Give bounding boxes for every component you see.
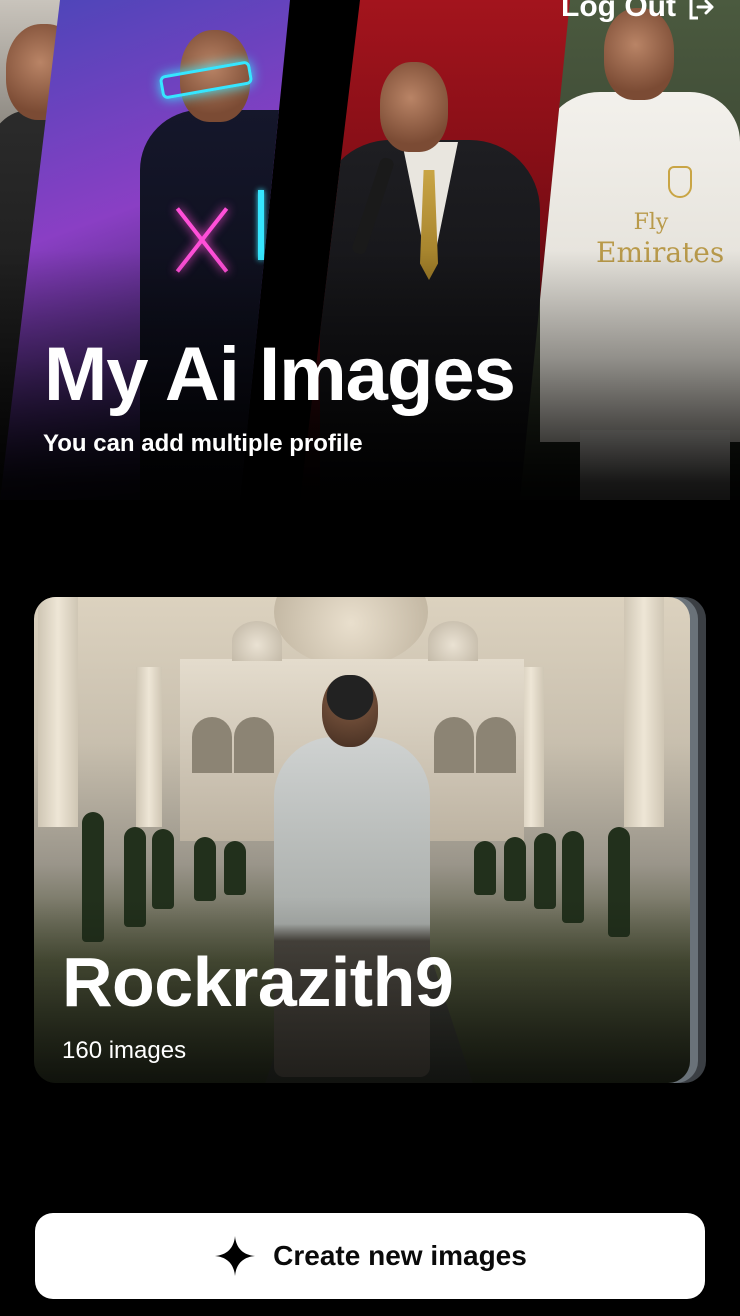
- cypress-tree: [194, 837, 216, 901]
- taj-mahal-arch: [234, 717, 274, 773]
- logout-label: Log Out: [561, 0, 676, 23]
- cypress-tree: [504, 837, 526, 901]
- minaret: [38, 597, 78, 827]
- taj-mahal-arch: [434, 717, 474, 773]
- hero-collage: Fly Emirates: [0, 0, 740, 560]
- cypress-tree: [474, 841, 496, 895]
- club-crest-icon: [668, 166, 692, 198]
- profile-image-count: 160 images: [62, 1037, 187, 1064]
- my-ai-images-screen: Fly Emirates Log Out My Ai Images You ca…: [0, 0, 740, 1316]
- create-new-images-label: Create new images: [273, 1240, 527, 1271]
- profile-card[interactable]: Rockrazith9 160 images: [34, 597, 690, 1083]
- cypress-tree: [224, 841, 246, 895]
- minaret: [624, 597, 664, 827]
- logout-button[interactable]: Log Out: [561, 0, 716, 24]
- taj-mahal-dome: [274, 597, 428, 667]
- minaret: [136, 667, 162, 827]
- create-new-images-button[interactable]: Create new images: [35, 1213, 705, 1299]
- sparkle-icon: [215, 1236, 256, 1276]
- taj-mahal-small-dome: [428, 621, 478, 661]
- page-subtitle: You can add multiple profile: [43, 430, 363, 457]
- profile-name: Rockrazith9: [62, 943, 454, 1021]
- jersey-sponsor-line1: Fly: [633, 210, 669, 235]
- person-head: [322, 675, 378, 747]
- logout-icon: [689, 0, 714, 20]
- profile-card-stack: Rockrazith9 160 images: [34, 597, 706, 1085]
- page-title: My Ai Images: [44, 332, 516, 417]
- taj-mahal-arch: [192, 717, 232, 773]
- taj-mahal-small-dome: [232, 621, 282, 661]
- speaker-head: [380, 62, 448, 152]
- taj-mahal-arch: [476, 717, 516, 773]
